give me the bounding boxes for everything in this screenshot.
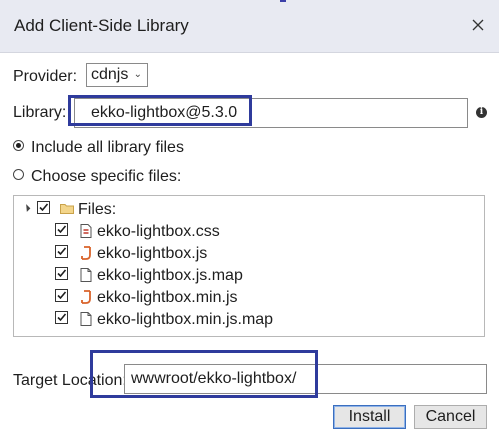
file-name: ekko-lightbox.css	[97, 223, 220, 240]
chevron-down-icon: ⌄	[133, 69, 142, 80]
close-icon	[472, 19, 484, 31]
library-input[interactable]: ekko-lightbox@5.3.0	[74, 98, 468, 128]
choose-specific-label: Choose specific files:	[31, 168, 182, 185]
files-root-checkbox[interactable]	[37, 201, 50, 214]
checkmark-icon	[57, 313, 67, 322]
provider-value: cdnjs	[91, 66, 129, 83]
dialog-title: Add Client-Side Library	[14, 16, 189, 35]
checkmark-icon	[57, 291, 67, 300]
provider-dropdown[interactable]: cdnjs ⌄	[86, 63, 148, 87]
target-location-label: Target Location:	[13, 372, 127, 389]
provider-label: Provider:	[13, 68, 78, 85]
checkmark-icon	[57, 225, 67, 234]
file-name: ekko-lightbox.js	[97, 245, 208, 262]
file-name: ekko-lightbox.min.js.map	[97, 311, 274, 328]
target-location-value: wwwroot/ekko-lightbox/	[131, 370, 297, 387]
file-checkbox[interactable]	[55, 311, 68, 324]
file-icon	[80, 312, 92, 326]
include-all-radio[interactable]	[13, 140, 24, 151]
install-button[interactable]: Install	[333, 405, 406, 429]
info-icon[interactable]: i	[476, 107, 487, 118]
file-checkbox[interactable]	[55, 245, 68, 258]
file-checkbox[interactable]	[55, 223, 68, 236]
folder-icon	[60, 204, 74, 214]
file-name: ekko-lightbox.min.js	[97, 289, 238, 306]
checkmark-icon	[57, 247, 67, 256]
css-file-icon	[80, 224, 92, 238]
collapse-arrow-icon[interactable]	[22, 204, 31, 212]
choose-specific-radio[interactable]	[13, 169, 24, 180]
file-tree: Files: ekko-lightbox.css ekko-lightbox.j…	[13, 195, 485, 337]
js-file-icon	[81, 246, 91, 260]
library-label: Library:	[13, 104, 67, 121]
target-location-input[interactable]: wwwroot/ekko-lightbox/	[124, 364, 487, 394]
library-value: ekko-lightbox@5.3.0	[91, 104, 238, 121]
file-icon	[80, 268, 92, 282]
files-root-label: Files:	[78, 201, 117, 218]
title-accent	[280, 0, 286, 2]
dialog-titlebar: Add Client-Side Library	[0, 0, 499, 53]
js-file-icon	[81, 290, 91, 304]
file-name: ekko-lightbox.js.map	[97, 267, 243, 284]
file-checkbox[interactable]	[55, 289, 68, 302]
include-all-label: Include all library files	[31, 139, 184, 156]
close-button[interactable]	[467, 14, 489, 36]
cancel-button[interactable]: Cancel	[414, 405, 487, 429]
checkmark-icon	[57, 269, 67, 278]
checkmark-icon	[39, 203, 49, 212]
file-checkbox[interactable]	[55, 267, 68, 280]
